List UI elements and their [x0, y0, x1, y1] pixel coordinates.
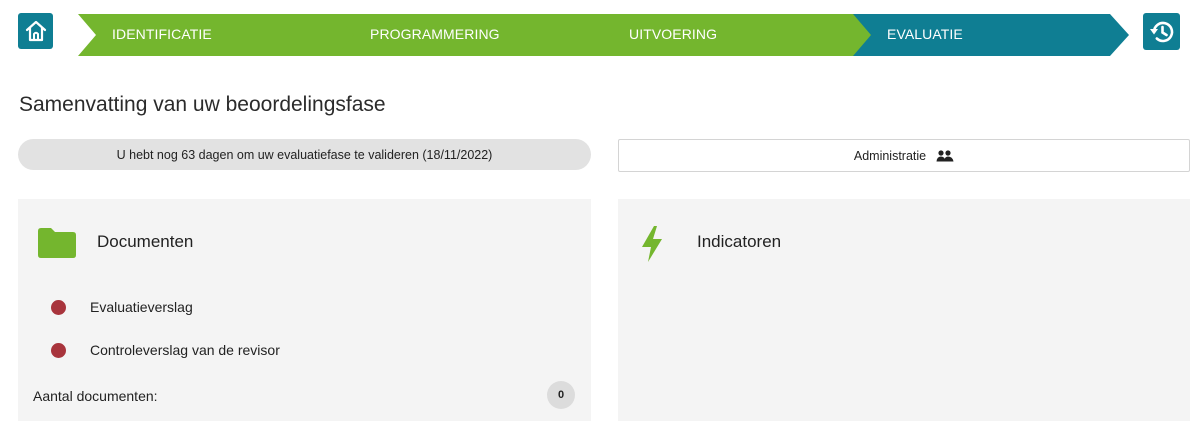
document-label: Evaluatieverslag — [90, 299, 193, 315]
step-identificatie-label: IDENTIFICATIE — [112, 26, 212, 42]
history-icon — [1149, 21, 1173, 42]
indicators-title: Indicatoren — [697, 232, 782, 251]
document-count-label: Aantal documenten: — [33, 388, 158, 404]
administratie-label: Administratie — [853, 148, 927, 163]
deadline-text: U hebt nog 63 dagen om uw evaluatiefase … — [116, 147, 493, 162]
step-evaluatie-label: EVALUATIE — [887, 26, 963, 42]
lightning-icon — [642, 226, 662, 262]
home-icon — [25, 20, 46, 42]
documents-panel: Documenten Evaluatieverslag Controlevers… — [18, 199, 591, 421]
indicators-panel: Indicatoren — [618, 199, 1190, 421]
deadline-banner: U hebt nog 63 dagen om uw evaluatiefase … — [18, 139, 591, 170]
document-item-evaluatieverslag[interactable]: Evaluatieverslag — [51, 299, 193, 315]
home-button[interactable] — [18, 13, 53, 49]
documents-title: Documenten — [97, 232, 194, 251]
document-label: Controleverslag van de revisor — [90, 342, 280, 358]
document-item-controleverslag[interactable]: Controleverslag van de revisor — [51, 342, 280, 358]
administratie-button[interactable]: Administratie — [618, 139, 1190, 172]
page-title: Samenvatting van uw beoordelingsfase — [19, 93, 386, 116]
step-uitvoering-label: UITVOERING — [629, 26, 718, 42]
status-dot — [51, 342, 66, 358]
step-navigation: IDENTIFICATIE PROGRAMMERING UITVOERING E… — [78, 14, 1129, 56]
step-programmering-label: PROGRAMMERING — [370, 26, 500, 42]
document-count-badge: 0 — [547, 381, 575, 409]
folder-icon — [38, 228, 76, 258]
history-button[interactable] — [1143, 13, 1180, 50]
status-dot — [51, 299, 66, 315]
users-icon — [936, 149, 954, 161]
